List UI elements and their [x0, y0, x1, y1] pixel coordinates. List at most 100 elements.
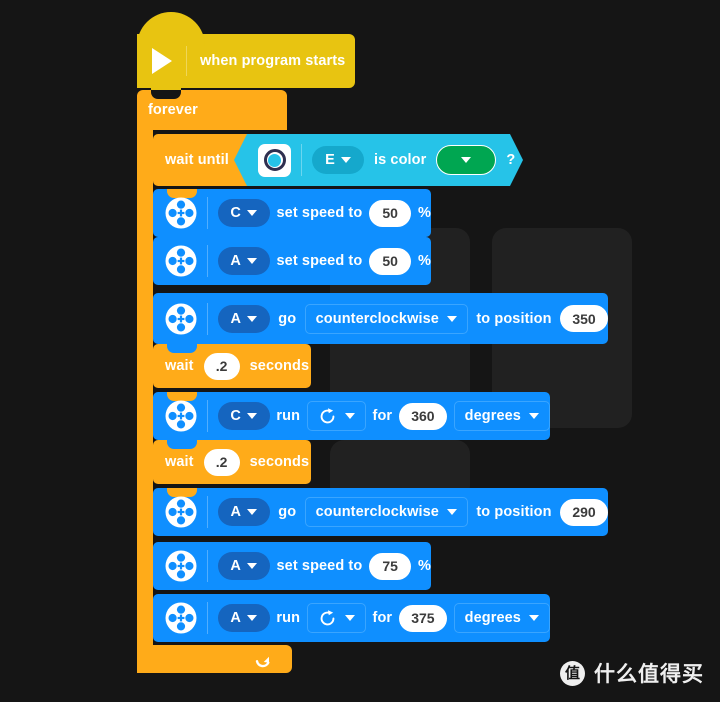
speed-value: 50 — [382, 205, 398, 221]
divider — [207, 496, 208, 528]
speed-input[interactable]: 75 — [369, 552, 412, 580]
motor-go-to-position-block[interactable]: A go counterclockwise to position 290 — [153, 488, 609, 536]
rotation-unit-value: degrees — [464, 408, 521, 424]
wait-label: wait — [165, 454, 194, 470]
block-notch — [167, 293, 197, 302]
percent-label: % — [417, 558, 431, 574]
watermark-text: 什么值得买 — [594, 662, 704, 686]
hat-block-when-program-starts[interactable]: when program starts — [137, 12, 355, 96]
chevron-down-icon — [528, 615, 539, 621]
divider — [207, 400, 208, 432]
chevron-down-icon — [446, 315, 457, 322]
divider — [207, 197, 208, 229]
divider — [301, 144, 302, 176]
watermark-logo-icon: 值 — [560, 660, 585, 686]
divider — [207, 302, 208, 335]
chevron-down-icon — [446, 509, 457, 515]
question-mark-label: ? — [506, 152, 516, 168]
chevron-down-icon — [340, 157, 351, 163]
direction-dropdown[interactable]: counterclockwise — [304, 303, 468, 334]
wait-duration-value: .2 — [215, 454, 228, 470]
motor-port-dropdown[interactable]: C — [217, 402, 270, 430]
hat-block-label: when program starts — [200, 53, 346, 69]
rotation-direction-dropdown[interactable] — [306, 401, 366, 431]
go-label: go — [278, 310, 297, 327]
motor-icon — [165, 303, 197, 334]
chevron-down-icon — [246, 258, 257, 264]
motor-port-dropdown[interactable]: A — [217, 604, 270, 632]
wait-seconds-block[interactable]: wait .2 seconds — [153, 344, 311, 388]
run-label: run — [276, 408, 301, 424]
rotate-clockwise-icon — [320, 609, 335, 625]
go-label: go — [278, 504, 297, 520]
is-color-label: is color — [374, 152, 427, 168]
motor-port-dropdown[interactable]: C — [217, 199, 270, 227]
wait-duration-input[interactable]: .2 — [203, 352, 240, 380]
wait-label: wait — [165, 358, 194, 374]
rotation-amount-input[interactable]: 360 — [398, 402, 447, 430]
motor-run-for-block[interactable]: C run for 360 degrees — [153, 392, 550, 440]
seconds-label: seconds — [249, 454, 310, 470]
block-notch — [167, 440, 197, 449]
speed-value: 50 — [382, 253, 398, 269]
motor-port-dropdown[interactable]: A — [217, 247, 270, 275]
motor-port-value: A — [230, 610, 241, 626]
chevron-down-icon — [247, 315, 258, 322]
speed-input[interactable]: 50 — [369, 247, 412, 275]
motor-port-value: A — [230, 310, 242, 327]
color-value-dropdown[interactable] — [436, 145, 497, 175]
set-speed-label: set speed to — [276, 253, 363, 269]
motor-set-speed-block[interactable]: A set speed to 50 % — [153, 237, 431, 285]
chevron-down-icon — [246, 615, 257, 621]
position-input[interactable]: 290 — [560, 498, 609, 526]
motor-port-dropdown[interactable]: A — [217, 552, 270, 580]
direction-value: counterclockwise — [315, 504, 439, 520]
chevron-down-icon — [246, 563, 257, 569]
motor-set-speed-block[interactable]: C set speed to 50 % — [153, 189, 431, 237]
chevron-down-icon — [344, 615, 355, 621]
rotation-amount-input[interactable]: 375 — [398, 604, 447, 632]
color-sensor-icon — [258, 143, 291, 177]
sensor-port-dropdown[interactable]: E — [312, 146, 364, 174]
loop-arrow-icon — [255, 656, 270, 668]
wait-duration-value: .2 — [215, 358, 228, 374]
direction-value: counterclockwise — [315, 310, 439, 327]
motor-port-value: A — [230, 504, 242, 520]
motor-icon — [165, 602, 197, 634]
run-label: run — [276, 610, 301, 626]
chevron-down-icon — [246, 210, 257, 216]
wait-seconds-block[interactable]: wait .2 seconds — [153, 440, 311, 484]
rotation-unit-dropdown[interactable]: degrees — [453, 603, 550, 633]
motor-icon — [165, 197, 197, 229]
speed-value: 75 — [382, 558, 398, 574]
rotation-amount-value: 375 — [411, 610, 435, 626]
motor-icon — [165, 245, 197, 277]
position-value: 290 — [572, 504, 596, 520]
motor-go-to-position-block[interactable]: A go counterclockwise to position 350 — [153, 293, 609, 344]
for-label: for — [372, 408, 393, 424]
chevron-down-icon — [461, 157, 472, 163]
motor-set-speed-block[interactable]: A set speed to 75 % — [153, 542, 431, 590]
rotation-unit-dropdown[interactable]: degrees — [453, 401, 550, 431]
block-canvas[interactable]: when program starts forever wait until E — [0, 0, 720, 702]
boolean-is-color-block[interactable]: E is color ? — [234, 134, 523, 186]
sensor-port-value: E — [325, 152, 335, 168]
position-input[interactable]: 350 — [560, 305, 609, 332]
motor-icon — [165, 400, 197, 432]
to-position-label: to position — [476, 310, 552, 327]
forever-block-header[interactable]: forever — [137, 90, 287, 130]
direction-dropdown[interactable]: counterclockwise — [304, 497, 468, 527]
motor-port-dropdown[interactable]: A — [217, 304, 270, 333]
motor-run-for-block[interactable]: A run for 375 degrees — [153, 594, 550, 642]
speed-input[interactable]: 50 — [369, 199, 412, 227]
divider — [207, 245, 208, 277]
block-notch — [167, 344, 197, 353]
wait-duration-input[interactable]: .2 — [203, 448, 240, 476]
set-speed-label: set speed to — [276, 558, 363, 574]
forever-block-footer[interactable] — [137, 645, 292, 673]
divider — [207, 550, 208, 582]
motor-port-value: A — [230, 253, 241, 269]
motor-port-dropdown[interactable]: A — [217, 498, 270, 526]
motor-icon — [165, 550, 197, 582]
rotation-direction-dropdown[interactable] — [306, 603, 366, 633]
